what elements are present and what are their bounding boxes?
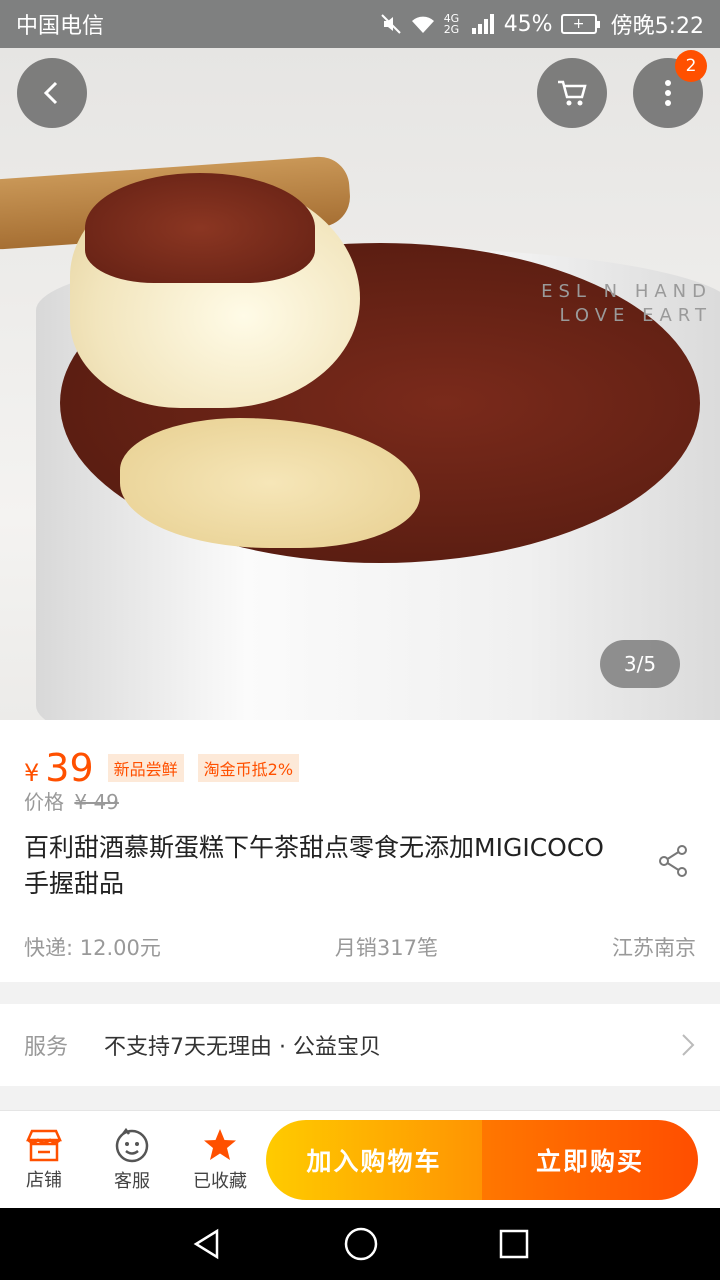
chevron-left-icon [43, 81, 58, 105]
battery-percent: 45% [503, 11, 553, 37]
shop-label: 店铺 [26, 1169, 62, 1191]
home-circle-icon[interactable] [343, 1226, 379, 1262]
recents-square-icon[interactable] [498, 1228, 530, 1260]
shop-button[interactable]: 店铺 [0, 1128, 88, 1192]
service-label: 服务 [24, 1035, 69, 1060]
purchase-buttons: 加入购物车 立即购买 [266, 1119, 698, 1200]
battery-icon: + [560, 14, 600, 34]
monthly-sales: 月销317笔 [334, 936, 438, 960]
wifi-icon [411, 16, 434, 33]
customer-service-icon [115, 1127, 149, 1162]
tag-new: 新品尝鲜 [107, 754, 184, 782]
status-icons: 4G 2G 45% + 傍晚5:22 [380, 8, 704, 40]
product-image-gallery[interactable]: ESL N HAND LOVE EART 2 3/5 [0, 48, 720, 720]
network-type: 4G 2G [443, 12, 460, 36]
customer-service-label: 客服 [114, 1170, 150, 1192]
shipping-fee: 快递: 12.00元 [24, 936, 161, 960]
ship-location: 江苏南京 [612, 936, 696, 960]
carrier-label: 中国电信 [16, 14, 105, 39]
chevron-right-icon [682, 1034, 695, 1056]
back-button[interactable] [17, 58, 87, 128]
favorite-label: 已收藏 [193, 1170, 247, 1192]
image-watermark: ESL N HAND LOVE EART [541, 281, 712, 326]
add-to-cart-button[interactable]: 加入购物车 [266, 1119, 482, 1200]
cart-button[interactable] [537, 58, 607, 128]
status-bar: 中国电信 4G 2G 45% + 傍晚5:22 [0, 0, 720, 48]
product-meta: 快递: 12.00元 月销317笔 江苏南京 [24, 932, 696, 962]
more-menu-button[interactable]: 2 [633, 50, 707, 128]
shop-icon [26, 1129, 62, 1161]
bottom-action-bar: 店铺 客服 已收藏 加入购物车 立即购买 [0, 1110, 720, 1208]
product-info: ¥ 39 新品尝鲜 淘金币抵2% 价格 ¥ 49 百利甜酒慕斯蛋糕下午茶甜点零食… [0, 720, 720, 982]
share-icon[interactable] [656, 844, 690, 878]
mute-icon [380, 14, 401, 34]
cart-icon [558, 80, 587, 106]
price-row: ¥ 39 新品尝鲜 淘金币抵2% [24, 746, 300, 790]
signal-icon [471, 14, 494, 34]
favorite-button[interactable]: 已收藏 [176, 1127, 264, 1193]
product-title: 百利甜酒慕斯蛋糕下午茶甜点零食无添加MIGICOCO手握甜品 [24, 833, 604, 898]
currency-symbol: ¥ [24, 759, 40, 787]
system-navigation-bar [0, 1208, 720, 1280]
more-vertical-icon [665, 80, 671, 106]
customer-service-button[interactable]: 客服 [88, 1127, 176, 1193]
product-photo-spoon-cocoa [85, 173, 315, 283]
star-icon [204, 1128, 236, 1160]
current-price: 39 [45, 746, 94, 790]
service-value: 不支持7天无理由 · 公益宝贝 [104, 1035, 381, 1060]
buy-now-button[interactable]: 立即购买 [482, 1119, 698, 1200]
clock: 傍晚5:22 [610, 14, 704, 39]
notification-badge: 2 [675, 50, 707, 82]
tag-coin: 淘金币抵2% [197, 754, 300, 782]
back-triangle-icon[interactable] [190, 1227, 224, 1261]
original-price: ¥ 49 [74, 790, 119, 814]
original-price-row: 价格 ¥ 49 [24, 786, 119, 815]
original-price-label: 价格 [24, 790, 64, 814]
image-page-indicator: 3/5 [600, 640, 680, 688]
service-row[interactable]: 服务 不支持7天无理由 · 公益宝贝 [0, 1004, 720, 1086]
